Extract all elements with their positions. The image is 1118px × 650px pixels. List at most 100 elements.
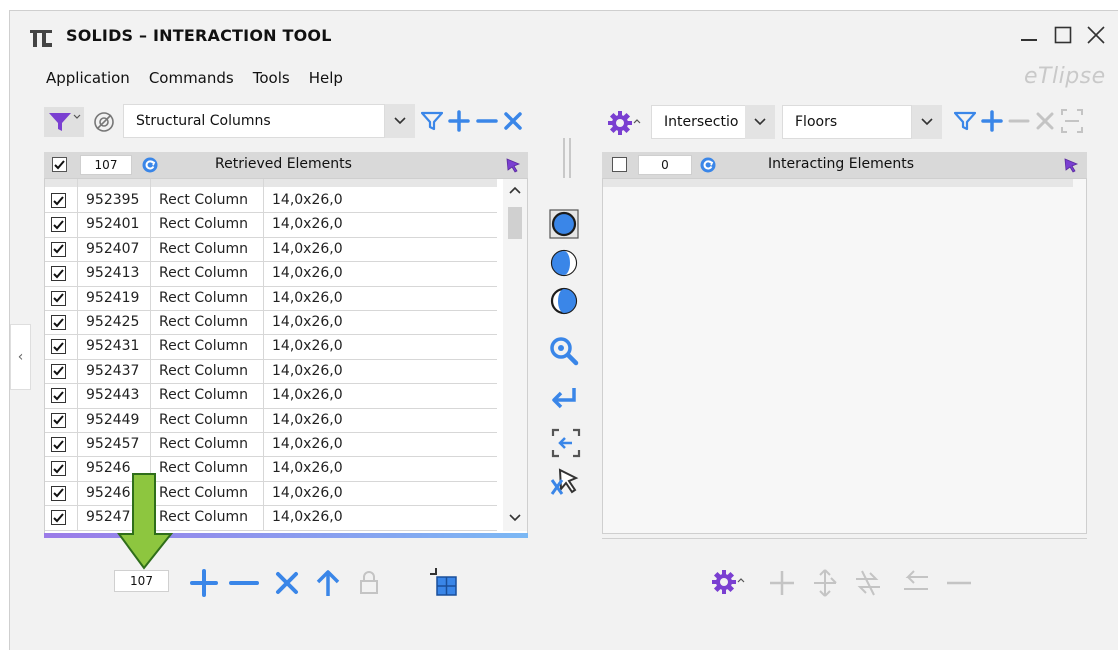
chevron-down-icon: [754, 118, 766, 126]
menu-help[interactable]: Help: [309, 69, 343, 87]
table-row[interactable]: 95246 Rect Column 14,0x26,0: [45, 457, 497, 482]
highlight-arrow-icon: [117, 473, 173, 570]
isolate-icon[interactable]: [92, 110, 116, 134]
add-bottom-disabled-icon[interactable]: [768, 569, 796, 597]
table-row[interactable]: 952425 Rect Column 14,0x26,0: [45, 311, 497, 336]
element-id: 952419: [86, 289, 140, 306]
table-row[interactable]: 952443 Rect Column 14,0x26,0: [45, 384, 497, 409]
category-select-right[interactable]: Floors: [782, 105, 912, 139]
deselect-cursor-icon[interactable]: [548, 466, 580, 498]
row-checkbox[interactable]: [51, 315, 66, 330]
partial-overlap-right-icon[interactable]: [548, 285, 580, 317]
row-checkbox[interactable]: [51, 510, 66, 526]
select-all-checkbox[interactable]: [52, 157, 67, 172]
left-panel-header: 107 Retrieved Elements: [44, 152, 528, 178]
mode-select[interactable]: Intersectio: [651, 105, 747, 139]
list-bottom-line: [602, 538, 1087, 539]
table-row[interactable]: 952401 Rect Column 14,0x26,0: [45, 213, 497, 238]
clear-button[interactable]: [503, 111, 523, 131]
move-back-icon[interactable]: [898, 567, 932, 599]
table-row[interactable]: 952457 Rect Column 14,0x26,0: [45, 433, 497, 458]
row-checkbox[interactable]: [51, 241, 66, 257]
vertical-scrollbar[interactable]: [503, 179, 527, 531]
grid-select-icon[interactable]: [428, 566, 460, 598]
menu-application[interactable]: Application: [46, 69, 130, 87]
add-button[interactable]: [448, 110, 470, 132]
clear-button-right[interactable]: [1036, 112, 1054, 130]
element-id: 952431: [86, 338, 140, 355]
row-checkbox[interactable]: [51, 217, 66, 233]
checkmark-icon: [53, 464, 64, 474]
remove-button[interactable]: [476, 110, 498, 132]
panel-splitter[interactable]: [563, 138, 571, 178]
scroll-up-icon[interactable]: [508, 185, 522, 195]
element-type: Rect Column: [159, 265, 248, 282]
checkmark-icon: [53, 244, 64, 254]
clear-elements-button[interactable]: [274, 570, 300, 596]
row-checkbox[interactable]: [51, 290, 66, 306]
element-size: 14,0x26,0: [272, 265, 343, 282]
transfer-icon[interactable]: [852, 567, 884, 599]
filter-button-right[interactable]: [954, 111, 976, 131]
partial-overlap-left-icon[interactable]: [548, 247, 580, 279]
row-checkbox[interactable]: [51, 363, 66, 379]
scroll-down-icon[interactable]: [508, 513, 522, 523]
move-up-button[interactable]: [314, 568, 342, 598]
table-row[interactable]: 95247 Rect Column 14,0x26,0: [45, 506, 497, 531]
category-dropdown-left[interactable]: [385, 104, 415, 138]
full-overlap-icon[interactable]: [548, 208, 580, 240]
table-row[interactable]: 952431 Rect Column 14,0x26,0: [45, 335, 497, 360]
remove-element-button[interactable]: [228, 568, 260, 598]
table-row[interactable]: 952419 Rect Column 14,0x26,0: [45, 287, 497, 311]
scroll-thumb[interactable]: [508, 207, 522, 239]
element-type: Rect Column: [159, 289, 248, 306]
retrieved-count: 107: [80, 155, 132, 175]
category-select-left[interactable]: Structural Columns: [123, 104, 385, 138]
checkmark-icon: [53, 220, 64, 230]
row-checkbox[interactable]: [51, 437, 66, 452]
maximize-icon[interactable]: [1052, 24, 1074, 46]
row-checkbox[interactable]: [51, 412, 66, 428]
table-row[interactable]: 952449 Rect Column 14,0x26,0: [45, 409, 497, 433]
minimize-icon[interactable]: [1018, 24, 1040, 46]
row-checkbox[interactable]: [51, 461, 66, 477]
refresh-icon[interactable]: [142, 157, 158, 173]
zoom-icon[interactable]: [548, 335, 580, 367]
add-button-right[interactable]: [981, 110, 1003, 132]
row-checkbox[interactable]: [51, 388, 66, 404]
element-size: 14,0x26,0: [272, 436, 343, 452]
cursor-select-icon[interactable]: [505, 157, 521, 173]
table-row[interactable]: 952407 Rect Column 14,0x26,0: [45, 238, 497, 263]
menu-tools[interactable]: Tools: [253, 69, 290, 87]
table-row[interactable]: 95246 Rect Column 14,0x26,0: [45, 482, 497, 507]
settings-bottom-button[interactable]: [708, 567, 748, 597]
menu-commands[interactable]: Commands: [149, 69, 234, 87]
lock-icon[interactable]: [359, 570, 379, 596]
category-dropdown-right[interactable]: [912, 105, 942, 139]
table-row[interactable]: 952395 Rect Column 14,0x26,0: [45, 189, 497, 214]
row-checkbox[interactable]: [51, 193, 66, 208]
table-row[interactable]: 952413 Rect Column 14,0x26,0: [45, 262, 497, 287]
close-icon[interactable]: [1085, 24, 1107, 46]
return-icon[interactable]: [548, 384, 580, 416]
row-checkbox[interactable]: [51, 266, 66, 282]
element-type: Rect Column: [159, 240, 248, 257]
frame-back-icon[interactable]: [550, 427, 582, 459]
refresh-icon[interactable]: [700, 157, 716, 173]
row-checkbox[interactable]: [51, 339, 66, 355]
remove-bottom-disabled-icon[interactable]: [944, 569, 974, 597]
filter-button[interactable]: [421, 111, 443, 131]
element-id: 952457: [86, 436, 140, 452]
cursor-select-icon[interactable]: [1063, 157, 1079, 173]
settings-mode-button[interactable]: [604, 108, 644, 138]
filter-mode-button[interactable]: [44, 107, 84, 137]
collapse-panel-tab[interactable]: ‹: [10, 324, 31, 390]
remove-button-right[interactable]: [1008, 110, 1030, 132]
move-cross-icon[interactable]: [810, 567, 840, 599]
add-element-button[interactable]: [189, 568, 219, 598]
select-frame-icon[interactable]: [1060, 108, 1084, 134]
mode-dropdown[interactable]: [745, 105, 775, 139]
table-row[interactable]: 952437 Rect Column 14,0x26,0: [45, 360, 497, 385]
select-all-checkbox-right[interactable]: [612, 157, 627, 172]
row-checkbox[interactable]: [51, 485, 66, 501]
